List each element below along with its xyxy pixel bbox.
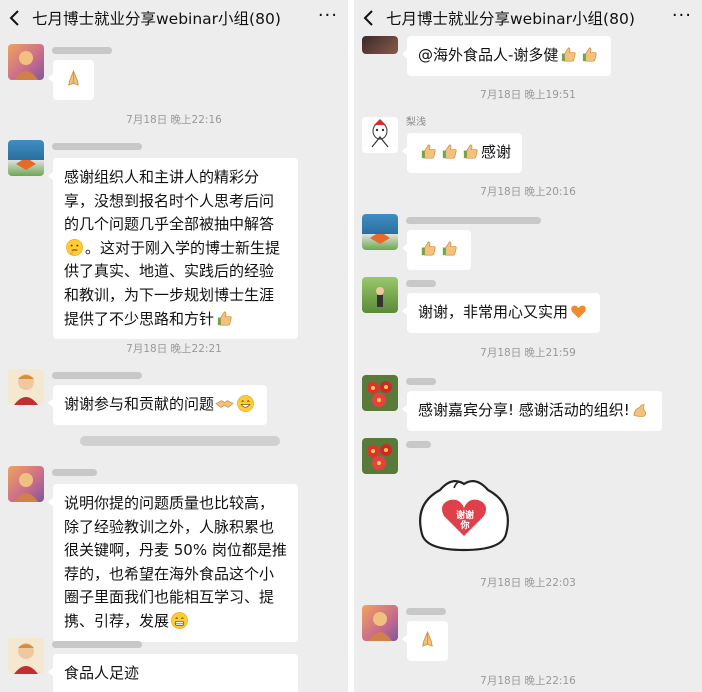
chat-header: 七月博士就业分享webinar小组(80) ···	[354, 0, 702, 36]
timestamp: 7月18日 晚上22:16	[126, 114, 222, 126]
chevron-left-icon[interactable]	[360, 6, 380, 30]
message-text: 感谢组织人和主讲人的精彩分享，没想到报名时个人思考后问的几个问题几乎全部被抽中解…	[64, 168, 275, 234]
chevron-left-icon[interactable]	[6, 6, 26, 30]
message-text: 食品人足迹	[64, 664, 140, 682]
sender-name	[52, 143, 142, 150]
chat-title: 七月博士就业分享webinar小组(80)	[386, 10, 635, 28]
right-chat-pane: 七月博士就业分享webinar小组(80) ··· @海外食品人-谢多健 7月1…	[354, 0, 702, 692]
message-text-continued: 。这对于刚入学的博士新生提供了真实、地道、实践后的经验和教训，为下一步规划博士生…	[64, 238, 281, 328]
message-bubble[interactable]: 说明你提的问题质量也比较高，除了经验教训之外，人脉积累也很关键啊，丹麦 50% …	[48, 484, 298, 642]
sender-name	[52, 641, 142, 648]
left-chat-pane: 七月博士就业分享webinar小组(80) ··· 7月18日 晚上22:16 …	[0, 0, 348, 692]
avatar[interactable]	[362, 438, 398, 474]
orange-heart-icon	[571, 305, 586, 319]
sender-name	[406, 280, 436, 287]
thumbs-up-icon	[217, 311, 232, 326]
sticker-char: 你	[460, 521, 470, 531]
folded-hands-icon	[68, 69, 79, 86]
folded-hands-icon	[422, 630, 433, 647]
timestamp: 7月18日 晚上21:59	[480, 347, 576, 359]
system-notice	[80, 436, 280, 446]
avatar[interactable]	[362, 36, 398, 54]
message-bubble[interactable]: 谢谢，非常用心又实用	[401, 293, 601, 333]
sender-name	[52, 469, 97, 476]
thumbs-up-icon	[583, 47, 598, 62]
thumbs-up-icon	[442, 241, 457, 256]
avatar[interactable]	[362, 214, 398, 250]
avatar[interactable]	[8, 140, 44, 176]
message-text: @海外食品人-谢多健	[418, 46, 559, 64]
thumbs-up-icon	[463, 144, 478, 159]
sender-name	[52, 372, 142, 379]
avatar[interactable]	[8, 369, 44, 405]
avatar[interactable]	[8, 466, 44, 502]
message-bubble[interactable]	[402, 621, 448, 661]
message-text: 感谢嘉宾分享! 感谢活动的组织!	[418, 401, 630, 419]
avatar[interactable]	[8, 44, 44, 80]
message-text: 说明你提的问题质量也比较高，除了经验教训之外，人脉积累也很关键啊，丹麦 50% …	[64, 494, 287, 630]
grinning-face-icon	[237, 395, 254, 412]
avatar[interactable]	[362, 277, 398, 313]
more-dots-icon[interactable]: ···	[318, 6, 338, 26]
sticker-char: 谢	[465, 511, 475, 521]
message-bubble[interactable]: 感谢嘉宾分享! 感谢活动的组织!	[402, 391, 662, 431]
message-bubble[interactable]: @海外食品人-谢多健	[401, 36, 612, 76]
thumbs-up-icon	[421, 144, 436, 159]
avatar[interactable]	[362, 375, 398, 411]
handshake-icon	[215, 400, 234, 408]
flexed-bicep-icon	[633, 404, 646, 417]
sender-name	[406, 441, 431, 448]
avatar[interactable]	[8, 638, 44, 674]
avatar[interactable]	[362, 605, 398, 641]
avatar[interactable]	[362, 117, 398, 153]
sender-name	[52, 47, 112, 54]
message-bubble[interactable]: 谢谢参与和贡献的问题	[47, 385, 268, 425]
message-bubble[interactable]	[48, 60, 94, 100]
thumbs-up-icon	[421, 241, 436, 256]
message-text: 感谢	[481, 143, 512, 161]
message-bubble[interactable]	[402, 230, 471, 270]
chat-header: 七月博士就业分享webinar小组(80) ···	[0, 0, 348, 36]
message-text: 谢谢，非常用心又实用	[418, 303, 569, 321]
timestamp: 7月18日 晚上22:21	[126, 343, 222, 355]
timestamp: 7月18日 晚上20:16	[480, 186, 576, 198]
thumbs-up-icon	[562, 47, 577, 62]
message-bubble[interactable]: 食品人足迹	[48, 654, 298, 692]
thumbs-up-icon	[442, 144, 457, 159]
message-bubble[interactable]: 感谢组织人和主讲人的精彩分享，没想到报名时个人思考后问的几个问题几乎全部被抽中解…	[48, 158, 298, 340]
chat-title: 七月博士就业分享webinar小组(80)	[32, 10, 281, 28]
timestamp: 7月18日 晚上19:51	[480, 89, 576, 101]
message-bubble[interactable]: 感谢	[401, 133, 523, 173]
sender-name	[406, 378, 436, 385]
message-text: 谢谢参与和贡献的问题	[64, 395, 215, 413]
more-dots-icon[interactable]: ···	[672, 6, 692, 26]
grin-teeth-icon	[171, 612, 188, 629]
thinking-face-icon	[66, 238, 83, 256]
sender-name	[406, 608, 446, 615]
sender-name	[406, 217, 541, 224]
xie-xie-ni-sticker[interactable]: 谢谢你	[412, 464, 516, 554]
timestamp: 7月18日 晚上22:03	[480, 577, 576, 589]
timestamp: 7月18日 晚上22:16	[480, 675, 576, 687]
sticker-char: 谢	[455, 511, 465, 521]
sender-name: 梨浅	[406, 117, 426, 128]
